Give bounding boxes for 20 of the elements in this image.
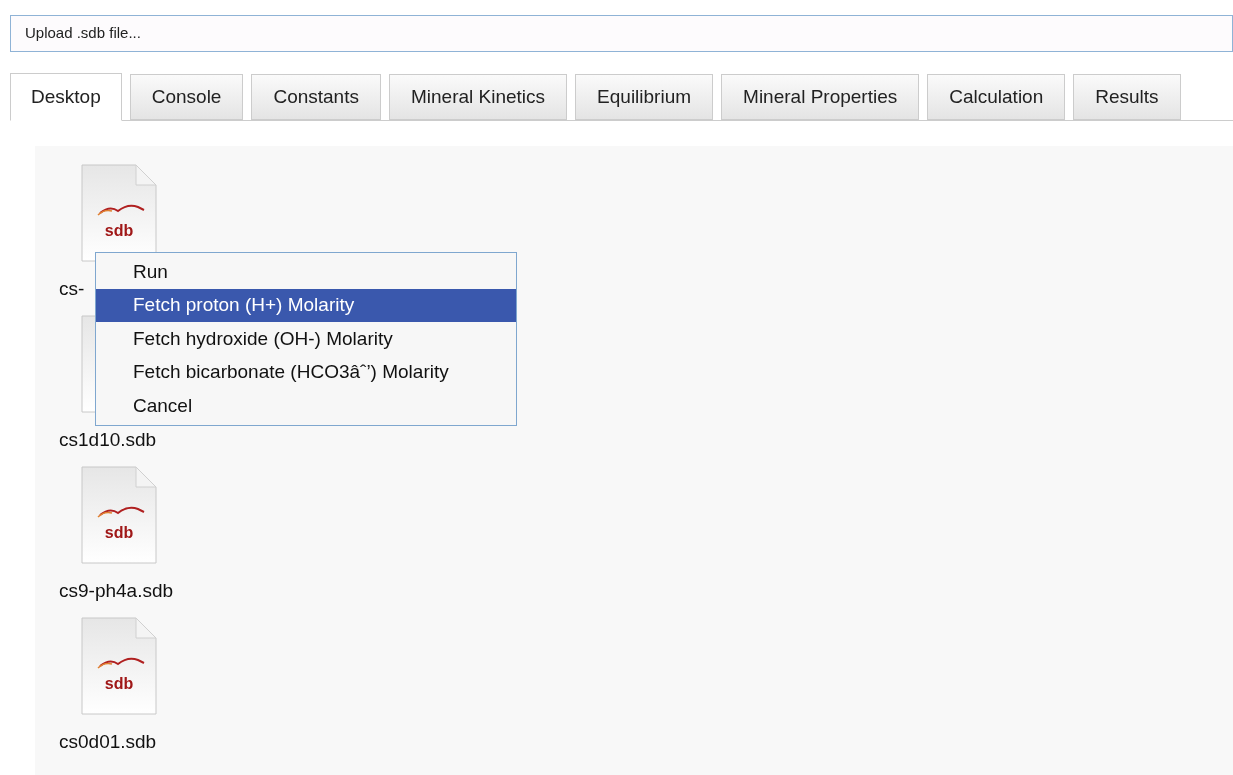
- tab[interactable]: Equilibrium: [575, 74, 714, 120]
- menu-item[interactable]: Cancel: [96, 389, 516, 423]
- tab[interactable]: Mineral Kinetics: [388, 74, 568, 120]
- tab[interactable]: Console: [129, 74, 244, 120]
- menu-item[interactable]: Fetch bicarbonate (HCO3âˆ’) Molarity: [96, 355, 516, 389]
- tab[interactable]: Mineral Properties: [721, 74, 920, 120]
- menu-item[interactable]: Fetch hydroxide (OH-) Molarity: [96, 322, 516, 356]
- tab[interactable]: Desktop: [10, 73, 122, 121]
- tab[interactable]: Constants: [251, 74, 381, 120]
- file-icon[interactable]: sdb: [80, 465, 158, 565]
- tab[interactable]: Calculation: [927, 74, 1066, 120]
- file-icon[interactable]: sdb: [80, 616, 158, 716]
- file-name: cs1d10.sdb: [59, 428, 157, 452]
- tab[interactable]: Results: [1073, 74, 1181, 120]
- upload-field[interactable]: Upload .sdb file...: [10, 15, 1233, 52]
- file-icon[interactable]: sdb: [80, 163, 158, 263]
- menu-item[interactable]: Fetch proton (H+) Molarity: [96, 288, 516, 322]
- file-name: cs0d01.sdb: [59, 730, 157, 754]
- file-name: cs-: [59, 277, 85, 301]
- file-name: cs9-ph4a.sdb: [59, 579, 174, 603]
